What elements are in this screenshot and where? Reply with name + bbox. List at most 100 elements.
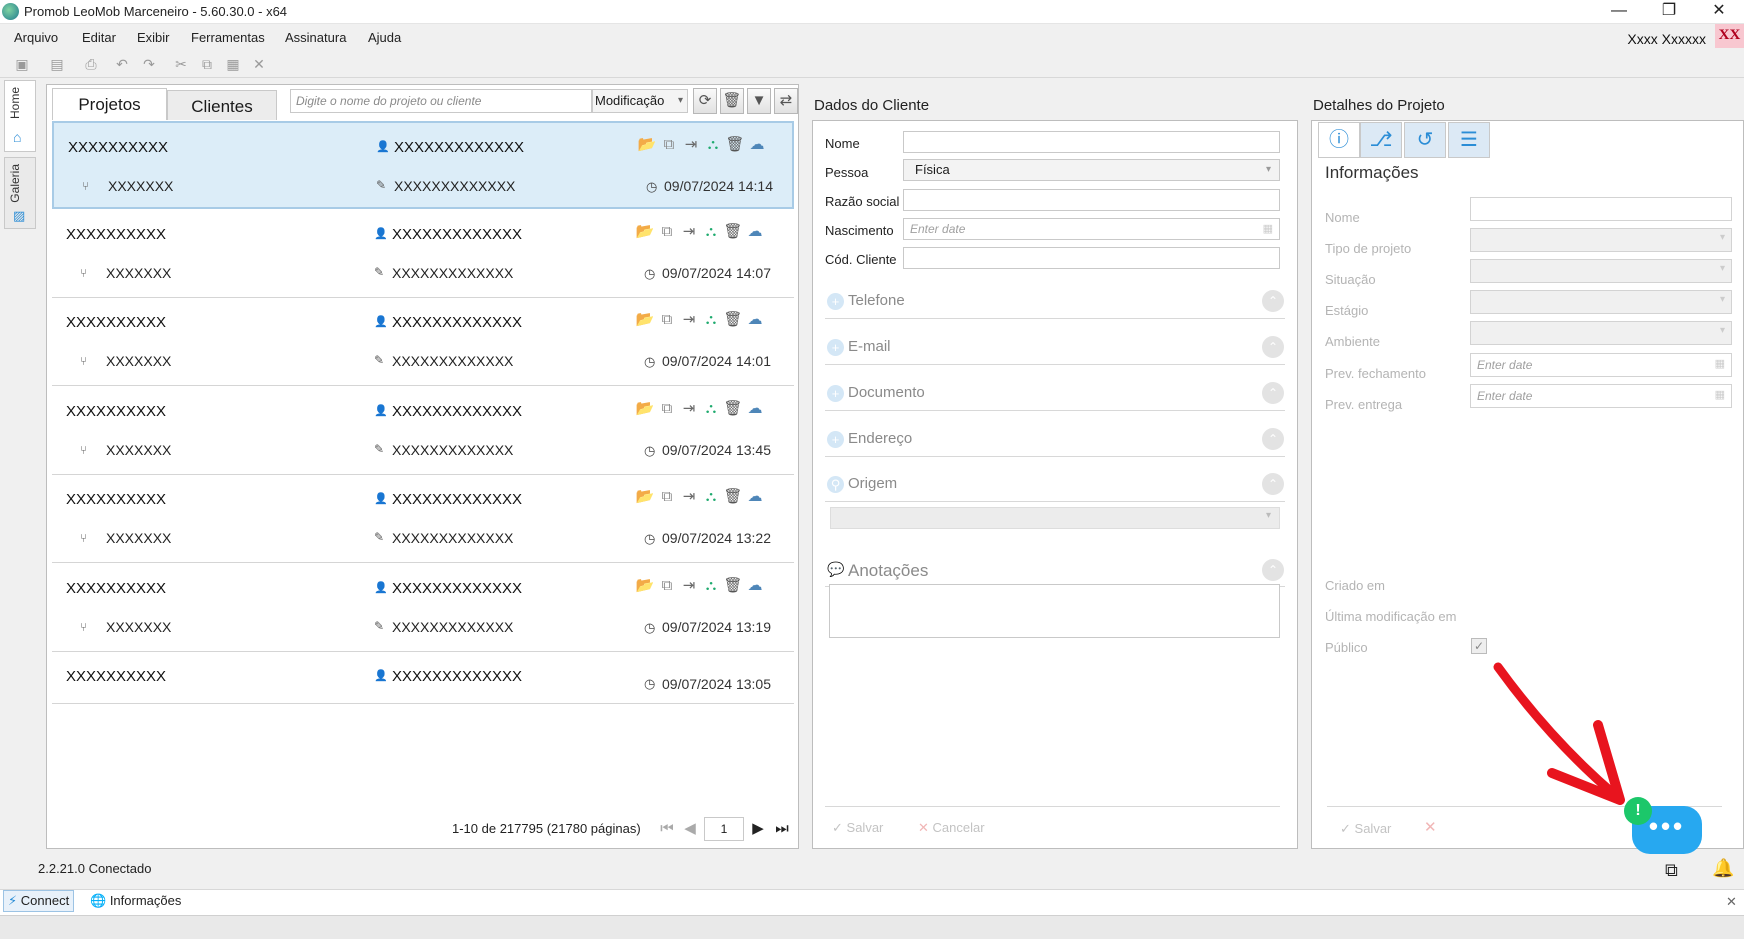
collapse-icon[interactable]: ⌃ <box>1262 428 1284 450</box>
anotacoes-section[interactable]: 💬 Anotações ⌃ <box>825 553 1285 587</box>
trash-icon[interactable]: 🗑 <box>723 576 743 596</box>
pessoa-select[interactable]: Física ▾ <box>903 159 1280 181</box>
calendar-icon[interactable]: ▦ <box>1715 357 1725 370</box>
collapse-icon[interactable]: ⌃ <box>1262 290 1284 312</box>
refresh-button[interactable]: ⟳ <box>693 88 717 114</box>
project-row[interactable]: XXXXXXXXXX 👤 XXXXXXXXXXXXX ⑂ XXXXXXX ✎ XXXXXXX… <box>52 210 794 298</box>
close-panel-icon[interactable]: ✕ <box>1726 894 1737 910</box>
folder-icon[interactable]: 📂 <box>635 399 655 419</box>
cloud-icon[interactable]: ☁ <box>745 487 765 507</box>
save-icon[interactable]: ▣ <box>13 55 31 73</box>
nascimento-field[interactable]: Enter date ▦ <box>903 218 1280 240</box>
menu-arquivo[interactable]: Arquivo <box>14 30 58 45</box>
section-origem[interactable]: ⚲ Origem ⌃ <box>825 468 1285 502</box>
page-input[interactable]: 1 <box>704 817 744 841</box>
section-endereço[interactable]: + Endereço ⌃ <box>825 423 1285 457</box>
export-icon[interactable]: ⇥ <box>681 135 701 155</box>
client-cancel-button[interactable]: ✕ Cancelar <box>918 820 985 836</box>
collapse-icon[interactable]: ⌃ <box>1262 559 1284 581</box>
maximize-button[interactable]: ❐ <box>1646 0 1692 24</box>
share-icon[interactable]: ⛬ <box>701 487 721 507</box>
bell-icon[interactable]: 🔔 <box>1712 858 1734 879</box>
tab-environments-icon[interactable]: ⎇ <box>1360 122 1402 158</box>
side-tab-home[interactable]: Home ⌂ <box>4 80 36 152</box>
export-icon[interactable]: ⇥ <box>679 222 699 242</box>
screens-icon[interactable]: ⧉ <box>1665 860 1678 881</box>
next-page-icon[interactable]: ▶ <box>749 819 767 839</box>
detail-field[interactable] <box>1470 197 1732 221</box>
copy-icon[interactable]: ⧉ <box>657 576 677 596</box>
details-save-button[interactable]: ✓ Salvar <box>1340 821 1391 837</box>
menu-ajuda[interactable]: Ajuda <box>368 30 401 45</box>
cloud-icon[interactable]: ☁ <box>745 399 765 419</box>
calendar-icon[interactable]: ▦ <box>1263 219 1273 239</box>
detail-field[interactable]: ▾ <box>1470 321 1732 345</box>
project-row[interactable]: XXXXXXXXXX 👤 XXXXXXXXXXXXX ⑂ XXXXXXX ✎ XXXXXXX… <box>52 298 794 386</box>
publico-checkbox[interactable]: ✓ <box>1471 638 1487 654</box>
trash-icon[interactable]: 🗑 <box>723 487 743 507</box>
detail-field[interactable]: ▾ <box>1470 259 1732 283</box>
delete-icon[interactable]: ✕ <box>250 55 268 73</box>
cod-cliente-field[interactable] <box>903 247 1280 269</box>
share-icon[interactable]: ⛬ <box>701 310 721 330</box>
share-icon[interactable]: ⛬ <box>701 399 721 419</box>
cloud-icon[interactable]: ☁ <box>745 576 765 596</box>
tab-checklist-icon[interactable]: ☰ <box>1448 122 1490 158</box>
detail-field[interactable]: Enter date ▦ <box>1470 353 1732 377</box>
project-row[interactable]: XXXXXXXXXX 👤 XXXXXXXXXXXXX ◷ 09/07/2024 13:0… <box>52 652 794 704</box>
collapse-icon[interactable]: ⌃ <box>1262 473 1284 495</box>
copy-icon[interactable]: ⧉ <box>657 399 677 419</box>
tab-projetos[interactable]: Projetos <box>52 88 167 120</box>
bottom-tab-connect[interactable]: ⚡ Connect <box>3 890 75 912</box>
detail-field[interactable]: Enter date ▦ <box>1470 384 1732 408</box>
avatar[interactable]: XX <box>1715 24 1744 48</box>
collapse-icon[interactable]: ⌃ <box>1262 336 1284 358</box>
calendar-icon[interactable]: ▦ <box>1715 388 1725 401</box>
folder-icon[interactable]: 📂 <box>635 487 655 507</box>
trash-icon[interactable]: 🗑 <box>723 310 743 330</box>
project-row[interactable]: XXXXXXXXXX 👤 XXXXXXXXXXXXX ⑂ XXXXXXX ✎ XXXXXXX… <box>52 387 794 475</box>
export-icon[interactable]: ⇥ <box>679 487 699 507</box>
section-e-mail[interactable]: + E-mail ⌃ <box>825 331 1285 365</box>
trash-icon[interactable]: 🗑 <box>723 222 743 242</box>
share-icon[interactable]: ⛬ <box>701 576 721 596</box>
detail-field[interactable]: ▾ <box>1470 228 1732 252</box>
undo-icon[interactable]: ↶ <box>113 55 131 73</box>
export-icon[interactable]: ⇥ <box>679 576 699 596</box>
details-cancel-icon[interactable]: ✕ <box>1424 818 1437 836</box>
first-page-icon[interactable]: ⏮ <box>658 819 676 839</box>
export-icon[interactable]: ⇥ <box>679 310 699 330</box>
share-icon[interactable]: ⛬ <box>703 135 723 155</box>
paste-icon[interactable]: ▦ <box>224 55 242 73</box>
folder-icon[interactable]: 📂 <box>637 135 657 155</box>
cloud-icon[interactable]: ☁ <box>747 135 767 155</box>
copy-icon[interactable]: ⧉ <box>657 487 677 507</box>
copy-icon[interactable]: ⧉ <box>657 310 677 330</box>
sort-select[interactable]: Modificação ▾ <box>592 89 688 113</box>
swap-button[interactable]: ⇄ <box>774 88 798 114</box>
section-telefone[interactable]: + Telefone ⌃ <box>825 285 1285 319</box>
menu-ferramentas[interactable]: Ferramentas <box>191 30 265 45</box>
user-name[interactable]: Xxxx Xxxxxx <box>1627 31 1706 47</box>
redo-icon[interactable]: ↷ <box>140 55 158 73</box>
prev-page-icon[interactable]: ◀ <box>681 819 699 839</box>
client-save-button[interactable]: ✓ Salvar <box>832 820 883 836</box>
nome-field[interactable] <box>903 131 1280 153</box>
section-documento[interactable]: + Documento ⌃ <box>825 377 1285 411</box>
menu-editar[interactable]: Editar <box>82 30 116 45</box>
trash-icon[interactable]: 🗑 <box>725 135 745 155</box>
bottom-tab-informacoes[interactable]: 🌐 Informações <box>90 893 181 909</box>
export-icon[interactable]: ⇥ <box>679 399 699 419</box>
project-row[interactable]: XXXXXXXXXX 👤 XXXXXXXXXXXXX ⑂ XXXXXXX ✎ XXXXXXX… <box>52 475 794 563</box>
copy-icon[interactable]: ⧉ <box>198 55 216 73</box>
folder-icon[interactable]: 📂 <box>635 576 655 596</box>
copy-icon[interactable]: ⧉ <box>657 222 677 242</box>
last-page-icon[interactable]: ⏭ <box>773 819 791 839</box>
folder-icon[interactable]: 📂 <box>635 310 655 330</box>
copy-icon[interactable]: ⧉ <box>659 135 679 155</box>
save-all-icon[interactable]: ▤ <box>48 55 66 73</box>
filter-button[interactable]: ▼ <box>747 88 771 114</box>
menu-exibir[interactable]: Exibir <box>137 30 170 45</box>
project-row[interactable]: XXXXXXXXXX 👤 XXXXXXXXXXXXX ⑂ XXXXXXX ✎ XXXXXXX… <box>52 121 794 209</box>
razao-social-field[interactable] <box>903 189 1280 211</box>
